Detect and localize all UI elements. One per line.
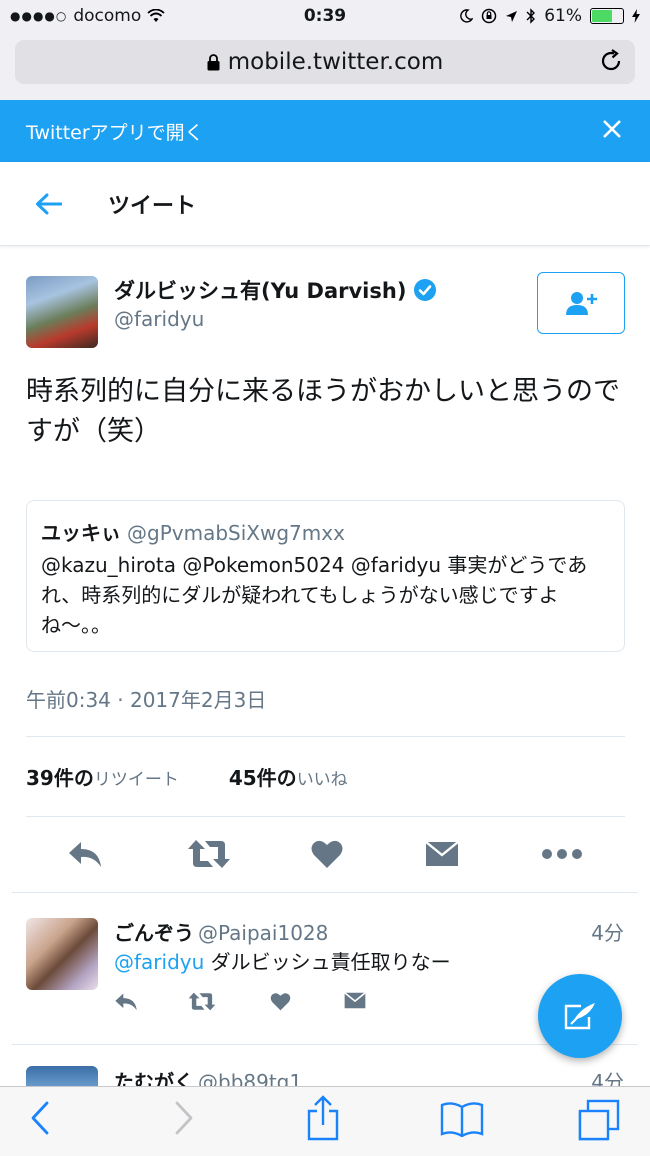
bluetooth-icon [526,8,536,24]
tweet-stats: 39件のリツイート 45件のいいね [26,762,348,791]
divider [26,736,625,737]
reply-author-handle[interactable]: @Paipai1028 [198,921,328,945]
close-icon[interactable] [602,119,622,139]
browser-url-area: mobile.twitter.com [0,36,650,100]
retweets-label: リツイート [93,770,179,790]
reply-icon [69,842,101,867]
author-avatar[interactable] [26,276,98,348]
more-options-button[interactable] [537,834,587,874]
retweets-count: 39件の [26,766,94,790]
address-bar[interactable]: mobile.twitter.com [15,40,635,84]
author-display-name[interactable]: ダルビッシュ有(Yu Darvish) [114,275,437,305]
back-icon[interactable] [30,1101,50,1135]
lock-icon [207,53,220,70]
retweet-icon[interactable] [188,992,216,1011]
battery-icon [590,8,624,24]
quoted-tweet-header: ユッキぃ @gPvmabSiXwg7mxx [41,517,610,546]
compose-tweet-button[interactable] [538,974,622,1058]
heart-icon[interactable] [270,992,291,1011]
battery-fill [592,10,612,22]
retweet-button[interactable] [184,834,234,874]
divider [12,1044,638,1045]
battery-percent: 61% [544,6,582,26]
rotation-lock-icon [481,8,497,24]
verified-badge-icon [414,279,437,301]
page-title: ツイート [108,193,197,219]
open-in-app-banner[interactable]: Twitterアプリで開く [0,100,650,162]
divider [12,892,638,893]
charging-bolt-icon [632,9,640,23]
tabs-icon[interactable] [578,1099,620,1141]
quoted-author-handle: @gPvmabSiXwg7mxx [127,521,345,545]
reply-icon[interactable] [114,992,138,1011]
envelope-icon[interactable] [344,992,366,1009]
compose-icon [564,1003,595,1030]
tweet-text: 時系列的に自分に来るほうがおかしいと思うのですが（笑） [26,376,620,447]
reply-actions [114,992,374,1018]
reply-time: 4分 [591,921,624,945]
bookmarks-icon[interactable] [440,1101,484,1137]
quoted-author-name: ユッキぃ [41,521,121,545]
forward-icon[interactable] [174,1101,194,1135]
status-right: 61% [459,6,640,26]
reply-header: ごんぞう @Paipai1028 [114,917,328,946]
moon-icon [460,9,474,23]
author-name-text: ダルビッシュ有(Yu Darvish) [114,279,407,303]
follow-user-icon [566,292,597,315]
reply-body: ダルビッシュ責任取りなー [204,950,451,974]
heart-icon [311,840,343,868]
share-icon[interactable] [306,1095,340,1141]
tweet-actions [26,834,625,874]
location-icon [506,10,518,22]
reply-mention-link[interactable]: @faridyu [114,950,204,974]
author-username[interactable]: @faridyu [114,307,204,331]
reload-icon[interactable] [599,49,623,73]
more-icon [542,849,582,859]
likes-label: いいね [296,770,348,790]
likes-stat[interactable]: 45件のいいね [229,762,348,791]
divider [26,816,625,817]
url-text: mobile.twitter.com [227,49,444,75]
quoted-tweet-text: @kazu_hirota @Pokemon5024 @faridyu 事実がどう… [41,553,588,637]
tweet-page-header: ツイート [0,162,650,246]
reply-author-name[interactable]: ごんぞう [114,921,194,945]
reply-author-avatar[interactable] [26,918,98,990]
open-in-app-text: Twitterアプリで開く [26,121,204,144]
tweet-timestamp[interactable]: 午前0:34 · 2017年2月3日 [26,684,266,713]
like-button[interactable] [302,834,352,874]
browser-toolbar [0,1086,650,1156]
quoted-tweet[interactable]: ユッキぃ @gPvmabSiXwg7mxx @kazu_hirota @Pokem… [26,500,625,652]
follow-button[interactable] [537,272,625,334]
status-bar: ●●●●○ docomo 0:39 61% [0,0,650,36]
retweet-icon [188,840,230,868]
back-arrow-icon[interactable] [35,193,62,215]
envelope-icon [425,841,459,866]
reply-button[interactable] [60,834,110,874]
reply-text: @faridyu ダルビッシュ責任取りなー [114,946,451,975]
retweets-stat[interactable]: 39件のリツイート [26,762,179,791]
likes-count: 45件の [228,766,297,790]
direct-message-button[interactable] [417,834,467,874]
